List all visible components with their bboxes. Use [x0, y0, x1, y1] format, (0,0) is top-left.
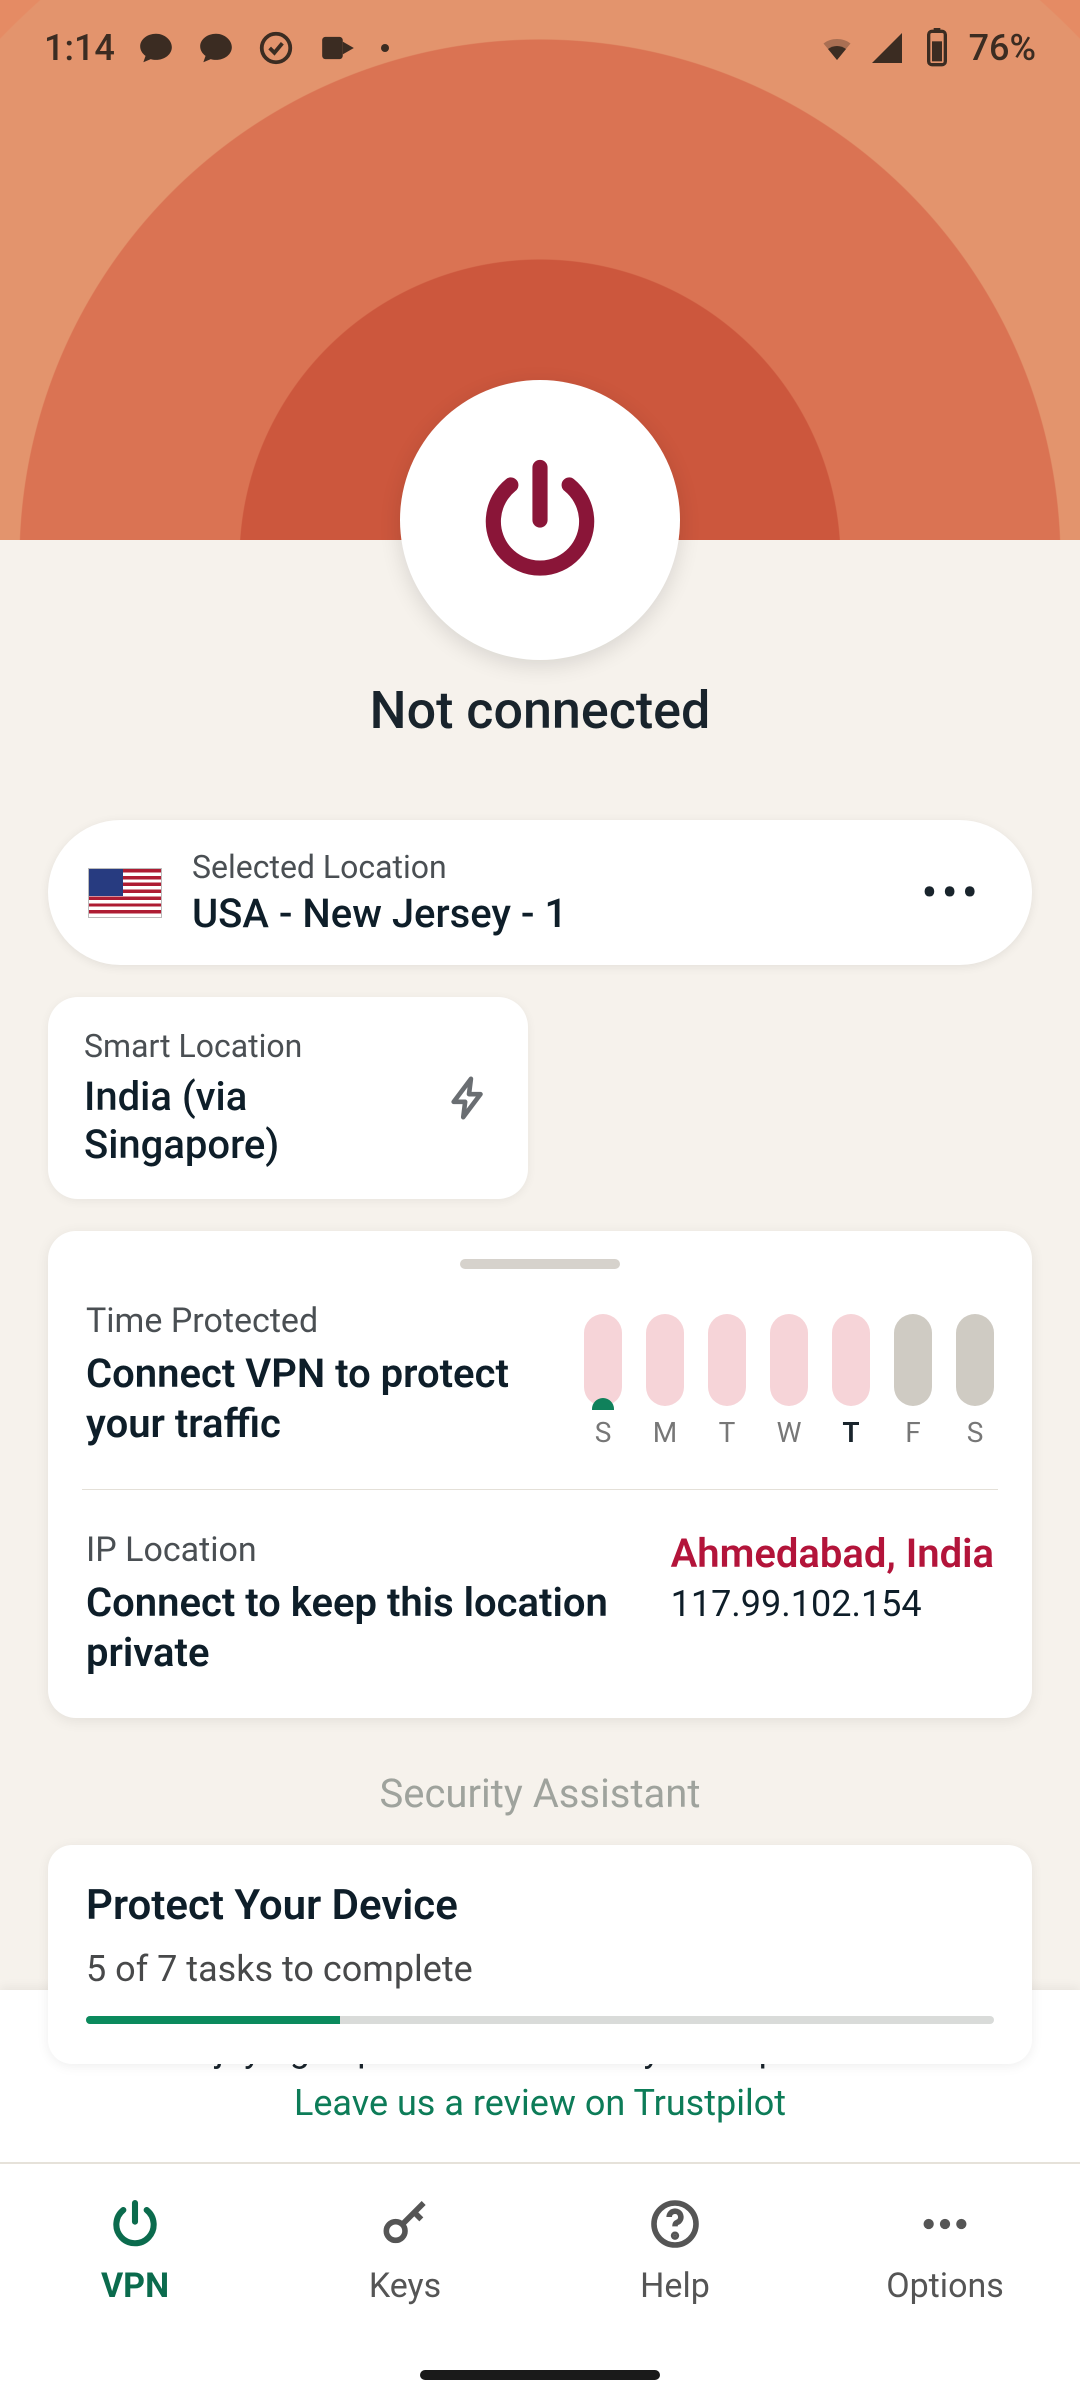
- security-assistant-heading: Security Assistant: [48, 1770, 1032, 1817]
- smart-location-name: India (via Singapore): [84, 1073, 446, 1169]
- time-protected-label: Time Protected: [86, 1301, 554, 1341]
- progress-bar: [86, 2016, 994, 2024]
- selected-location-button[interactable]: Selected Location USA - New Jersey - 1 •…: [48, 820, 1032, 965]
- notification-dot-icon: [381, 44, 389, 52]
- ip-address-value: 117.99.102.154: [671, 1583, 994, 1625]
- battery-percent: 76%: [969, 27, 1036, 69]
- protect-device-title: Protect Your Device: [86, 1881, 994, 1930]
- outlook-icon: [317, 29, 359, 67]
- weekly-bars: S M T W T F S: [584, 1301, 994, 1449]
- ip-location-value: Ahmedabad, India: [671, 1530, 994, 1577]
- time-protected-subtitle: Connect VPN to protect your traffic: [86, 1349, 554, 1449]
- battery-icon: [915, 28, 959, 68]
- sync-icon: [257, 29, 295, 67]
- chat-icon: [137, 29, 175, 67]
- smart-location-label: Smart Location: [84, 1027, 446, 1065]
- power-button[interactable]: [400, 380, 680, 660]
- chat-icon: [197, 29, 235, 67]
- wifi-icon: [815, 30, 859, 66]
- bolt-icon: [446, 1075, 492, 1121]
- connection-status: Not connected: [0, 680, 1080, 741]
- status-bar: 1:14 76%: [0, 0, 1080, 96]
- clock: 1:14: [44, 27, 115, 69]
- selected-location-label: Selected Location: [192, 848, 891, 886]
- ip-location-subtitle: Connect to keep this location private: [86, 1578, 641, 1678]
- selected-location-name: USA - New Jersey - 1: [192, 890, 891, 937]
- drag-handle[interactable]: [460, 1259, 620, 1269]
- home-indicator[interactable]: [420, 2370, 660, 2380]
- cell-signal-icon: [869, 30, 905, 66]
- flag-usa-icon: [88, 868, 162, 918]
- protect-device-subtitle: 5 of 7 tasks to complete: [86, 1948, 994, 1990]
- smart-location-button[interactable]: Smart Location India (via Singapore): [48, 997, 528, 1199]
- protect-device-card[interactable]: Protect Your Device 5 of 7 tasks to comp…: [48, 1845, 1032, 2064]
- power-icon: [470, 450, 610, 590]
- ip-location-label: IP Location: [86, 1530, 641, 1570]
- status-card[interactable]: Time Protected Connect VPN to protect yo…: [48, 1231, 1032, 1718]
- more-icon[interactable]: •••: [921, 886, 982, 900]
